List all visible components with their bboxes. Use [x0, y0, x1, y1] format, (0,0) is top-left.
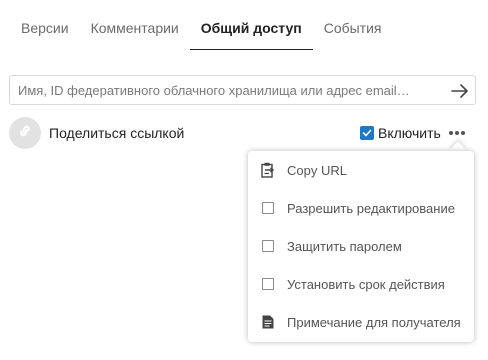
- tab-comments[interactable]: Комментарии: [80, 20, 190, 50]
- menu-item-copy-url[interactable]: Copy URL: [248, 151, 474, 189]
- enable-link-toggle[interactable]: Включить: [360, 125, 441, 141]
- menu-label: Разрешить редактирование: [287, 200, 455, 216]
- tab-sharing[interactable]: Общий доступ: [189, 20, 313, 50]
- tab-versions[interactable]: Версии: [10, 20, 80, 50]
- checkbox-checked-icon[interactable]: [360, 126, 374, 140]
- checkbox-icon[interactable]: [261, 201, 275, 215]
- menu-item-note-to-recipient[interactable]: Примечание для получателя: [248, 303, 474, 341]
- tab-bar: Версии Комментарии Общий доступ События: [10, 0, 393, 50]
- tab-activity[interactable]: События: [313, 20, 393, 50]
- checkbox-icon[interactable]: [261, 239, 275, 253]
- enable-label: Включить: [378, 125, 441, 141]
- more-icon: [448, 131, 466, 135]
- menu-label: Установить срок действия: [287, 276, 445, 292]
- menu-item-allow-editing[interactable]: Разрешить редактирование: [248, 189, 474, 227]
- link-icon: [18, 124, 32, 143]
- share-link-label: Поделиться ссылкой: [49, 125, 185, 141]
- menu-label: Copy URL: [287, 162, 347, 178]
- menu-label: Примечание для получателя: [287, 314, 461, 330]
- more-options-button[interactable]: [446, 124, 468, 142]
- clipboard-icon: [261, 162, 275, 178]
- share-search-input[interactable]: [10, 76, 438, 104]
- menu-item-expiration-date[interactable]: Установить срок действия: [248, 265, 474, 303]
- note-icon: [261, 315, 275, 329]
- share-options-menu: Copy URL Разрешить редактирование Защити…: [248, 151, 474, 342]
- checkbox-icon[interactable]: [261, 277, 275, 291]
- menu-label: Защитить паролем: [287, 238, 402, 254]
- menu-item-password-protect[interactable]: Защитить паролем: [248, 227, 474, 265]
- link-avatar: [9, 117, 41, 149]
- submit-arrow-icon[interactable]: [449, 80, 471, 102]
- share-search-field: [9, 75, 476, 105]
